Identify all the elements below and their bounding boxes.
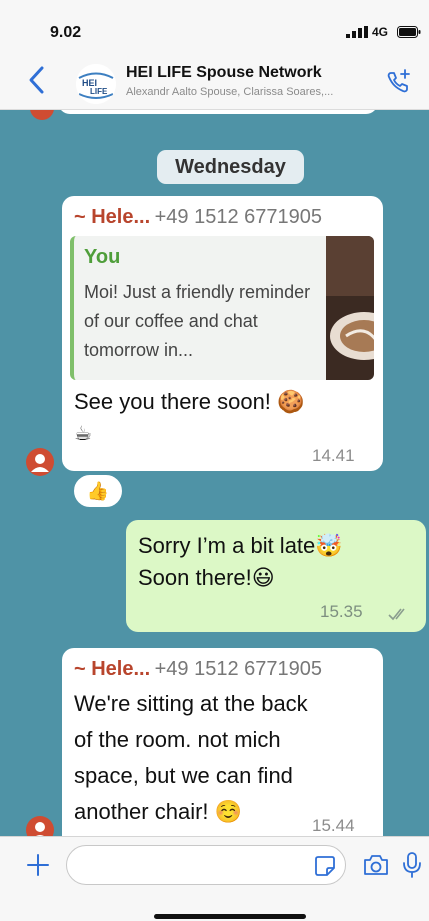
status-time: 9.02 [50, 24, 82, 41]
quoted-message[interactable]: You Moi! Just a friendly reminder of our… [70, 236, 374, 380]
message-time: 15.44 [312, 816, 355, 835]
chat-members[interactable]: Alexandr Aalto Spouse, Clarissa Soares,.… [126, 86, 376, 98]
group-avatar[interactable]: HEI LIFE [76, 64, 116, 104]
add-call-icon[interactable] [384, 68, 412, 96]
previous-message-bubble[interactable] [58, 110, 378, 114]
quote-author: You [84, 246, 121, 268]
sender-avatar[interactable] [26, 816, 54, 836]
reaction-badge[interactable]: 👍 [72, 473, 124, 509]
message-text-line4: another chair! ☺️ [74, 799, 243, 824]
chat-header: HEI LIFE HEI LIFE Spouse Network Alexand… [0, 52, 429, 110]
avatar[interactable] [30, 110, 54, 120]
sender-line: ~ Hele... +49 1512 6771905 [74, 206, 322, 229]
battery-icon [397, 26, 421, 38]
message-text-line2: ☕ [74, 423, 92, 445]
sticker-icon[interactable] [314, 855, 336, 877]
day-separator: Wednesday [157, 150, 304, 184]
signal-icon [346, 26, 368, 38]
sender-name[interactable]: ~ Hele... [74, 658, 150, 680]
quote-text: Moi! Just a friendly reminder of our cof… [84, 282, 311, 360]
sender-phone[interactable]: +49 1512 6771905 [155, 206, 322, 228]
sender-phone[interactable]: +49 1512 6771905 [155, 658, 322, 680]
home-indicator [154, 914, 306, 919]
camera-icon[interactable] [362, 853, 390, 877]
person-icon [35, 822, 45, 836]
logo-text-bottom: LIFE [90, 87, 108, 96]
message-text: Sorry I’m a bit late🤯 [138, 533, 343, 558]
outgoing-message-bubble[interactable]: Sorry I’m a bit late🤯 Soon there!😃 15.35 [126, 520, 426, 632]
plus-icon[interactable] [26, 853, 50, 877]
message-text-line1: We're sitting at the back [74, 691, 308, 716]
mic-icon[interactable] [402, 851, 422, 879]
coffee-thumbnail [326, 236, 374, 380]
read-receipt-icon [388, 608, 405, 621]
incoming-message-bubble[interactable]: ~ Hele... +49 1512 6771905 You Moi! Just… [62, 196, 383, 471]
status-bar: 9.02 4G [0, 0, 429, 52]
chat-title[interactable]: HEI LIFE Spouse Network [126, 64, 322, 82]
composer-bar [0, 836, 429, 921]
back-icon[interactable] [26, 64, 48, 96]
message-time: 15.35 [320, 602, 363, 621]
person-icon [31, 454, 49, 472]
network-label: 4G [372, 25, 389, 39]
message-text: See you there soon! 🍪 [74, 389, 305, 414]
message-input[interactable] [66, 845, 346, 885]
message-time: 14.41 [312, 446, 355, 465]
incoming-message-bubble[interactable]: ~ Hele... +49 1512 6771905 We're sitting… [62, 648, 383, 836]
sender-line: ~ Hele... +49 1512 6771905 [74, 658, 322, 681]
message-text-line3: space, but we can find [74, 763, 293, 788]
sender-avatar[interactable] [26, 448, 54, 476]
message-text-line2: of the room. not mich [74, 727, 281, 752]
group-logo-icon: HEI LIFE [76, 64, 116, 104]
chat-area[interactable]: Wednesday ~ Hele... +49 1512 6771905 You… [0, 110, 429, 836]
sender-name[interactable]: ~ Hele... [74, 206, 150, 228]
message-text-line2: Soon there!😃 [138, 565, 275, 590]
